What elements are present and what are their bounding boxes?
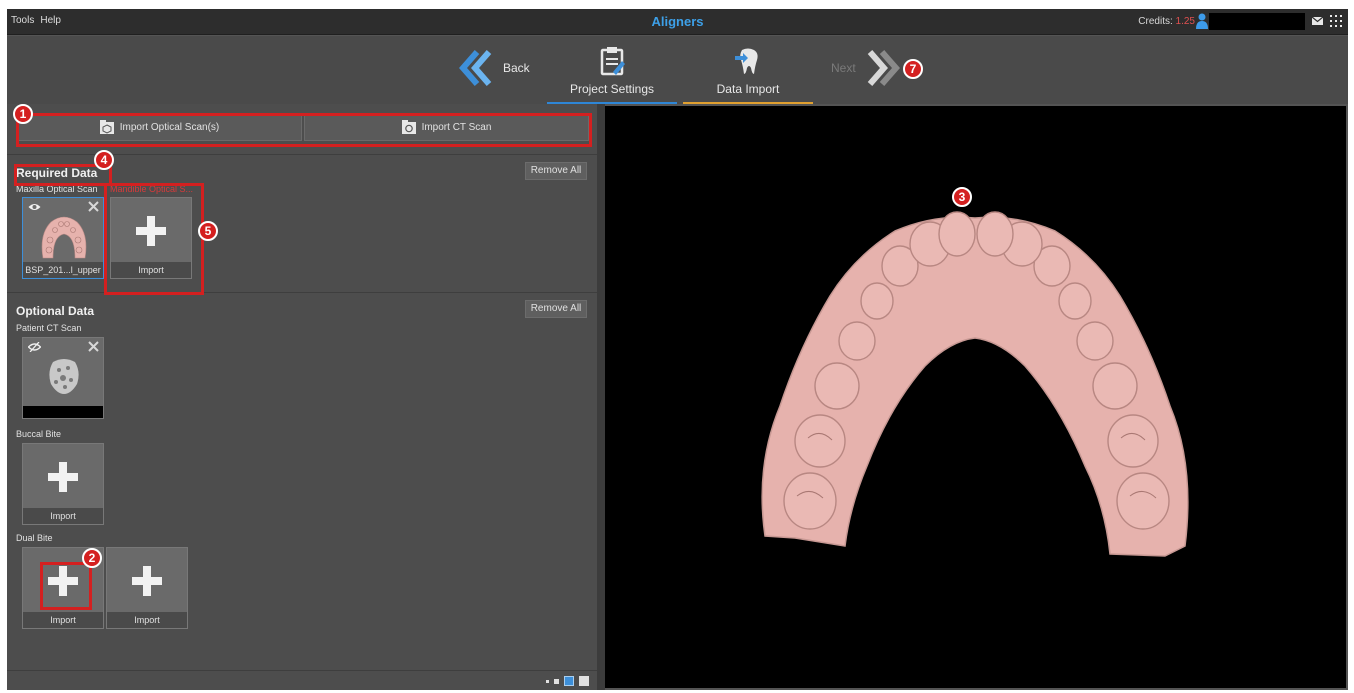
buccal-bite-label: Buccal Bite: [16, 429, 62, 439]
eye-icon[interactable]: [28, 202, 41, 212]
ct-scan-icon: [401, 120, 416, 134]
callout-1: 1: [13, 104, 33, 124]
clipboard-icon: [600, 47, 625, 76]
plus-icon: [48, 462, 78, 492]
user-icon[interactable]: [1196, 13, 1208, 29]
dual-bite-import-label-1: Import: [23, 612, 103, 628]
import-buttons-row: Import Optical Scan(s) Import CT Scan: [17, 113, 589, 141]
ct-scan-thumbnail: [49, 359, 79, 394]
callout-5: 5: [198, 221, 218, 241]
mandible-import-tile[interactable]: Import: [110, 197, 192, 279]
close-icon[interactable]: [88, 201, 99, 212]
patient-ct-tile[interactable]: [22, 337, 104, 419]
callout-4: 4: [94, 150, 114, 170]
step-data-import[interactable]: Data Import: [683, 46, 813, 104]
callout-2: 2: [82, 548, 102, 568]
close-icon[interactable]: [88, 341, 99, 352]
step-indicator-bar: [683, 102, 813, 104]
user-name-box[interactable]: [1209, 13, 1305, 30]
callout-7: 7: [903, 59, 923, 79]
credits-display: Credits: 1.25: [1138, 16, 1195, 27]
wizard-nav: Back Project Settings Data Import Next: [7, 36, 1348, 104]
import-ct-scan-label: Import CT Scan: [421, 121, 492, 133]
pager-dot-active[interactable]: [564, 676, 574, 686]
back-button[interactable]: Back: [459, 50, 530, 86]
step-data-import-label: Data Import: [716, 82, 780, 96]
plus-icon: [136, 216, 166, 246]
mail-icon[interactable]: [1312, 17, 1323, 25]
required-data-title: Required Data: [16, 166, 98, 180]
plus-icon: [48, 566, 78, 596]
credits-value: 1.25: [1175, 16, 1195, 27]
required-data-section: Required Data Remove All Maxilla Optical…: [7, 154, 597, 290]
pager-dot-medium[interactable]: [554, 678, 559, 684]
mandible-scan-label: Mandible Optical S...: [110, 184, 194, 194]
import-optical-scan-button[interactable]: Import Optical Scan(s): [17, 113, 302, 141]
next-label: Next: [831, 61, 856, 75]
tooth-import-icon: [735, 48, 758, 74]
maxilla-scan-tile[interactable]: BSP_201...l_upper: [22, 197, 104, 279]
apps-grid-icon[interactable]: [1330, 15, 1342, 27]
plus-icon: [132, 566, 162, 596]
dual-bite-import-label-2: Import: [107, 612, 187, 628]
buccal-bite-import-label: Import: [23, 508, 103, 524]
data-panel: Import Optical Scan(s) Import CT Scan Re…: [7, 104, 597, 690]
eye-hidden-icon[interactable]: [28, 342, 41, 352]
remove-all-required-button[interactable]: Remove All: [525, 162, 587, 180]
app-window: Tools Help Aligners Credits: 1.25 Back P…: [7, 9, 1348, 690]
panel-splitter[interactable]: [597, 104, 605, 690]
remove-all-optional-button[interactable]: Remove All: [525, 300, 587, 318]
pager-dot-large[interactable]: [579, 676, 589, 686]
maxilla-scan-label: Maxilla Optical Scan: [16, 184, 98, 194]
import-ct-scan-button[interactable]: Import CT Scan: [304, 113, 589, 141]
upper-jaw-model: [761, 211, 1189, 557]
maxilla-thumbnail: [41, 216, 87, 259]
dual-bite-import-tile-2[interactable]: Import: [106, 547, 188, 629]
panel-pager: [7, 670, 597, 690]
title-bar: Tools Help Aligners Credits: 1.25: [7, 9, 1348, 35]
optional-data-title: Optional Data: [16, 304, 95, 318]
optical-scan-icon: [99, 120, 114, 134]
step-project-settings[interactable]: Project Settings: [547, 46, 677, 104]
buccal-bite-import-tile[interactable]: Import: [22, 443, 104, 525]
callout-3: 3: [952, 187, 972, 207]
import-optical-scan-label: Import Optical Scan(s): [119, 121, 220, 133]
chevron-right-icon: [867, 50, 900, 86]
step-project-settings-label: Project Settings: [569, 82, 655, 96]
patient-ct-label: Patient CT Scan: [16, 323, 82, 333]
mandible-import-label: Import: [111, 262, 191, 278]
pager-dot-small[interactable]: [546, 679, 549, 683]
dual-bite-label: Dual Bite: [16, 533, 53, 543]
maxilla-file-name: BSP_201...l_upper: [23, 262, 103, 278]
chevron-left-icon: [459, 50, 492, 86]
credits-label: Credits:: [1138, 16, 1173, 27]
3d-viewport[interactable]: [605, 106, 1346, 688]
back-label: Back: [503, 61, 530, 75]
ct-file-name-bar: [23, 406, 103, 418]
optional-data-section: Optional Data Remove All Patient CT Scan: [7, 292, 597, 678]
next-button[interactable]: Next: [831, 50, 900, 86]
